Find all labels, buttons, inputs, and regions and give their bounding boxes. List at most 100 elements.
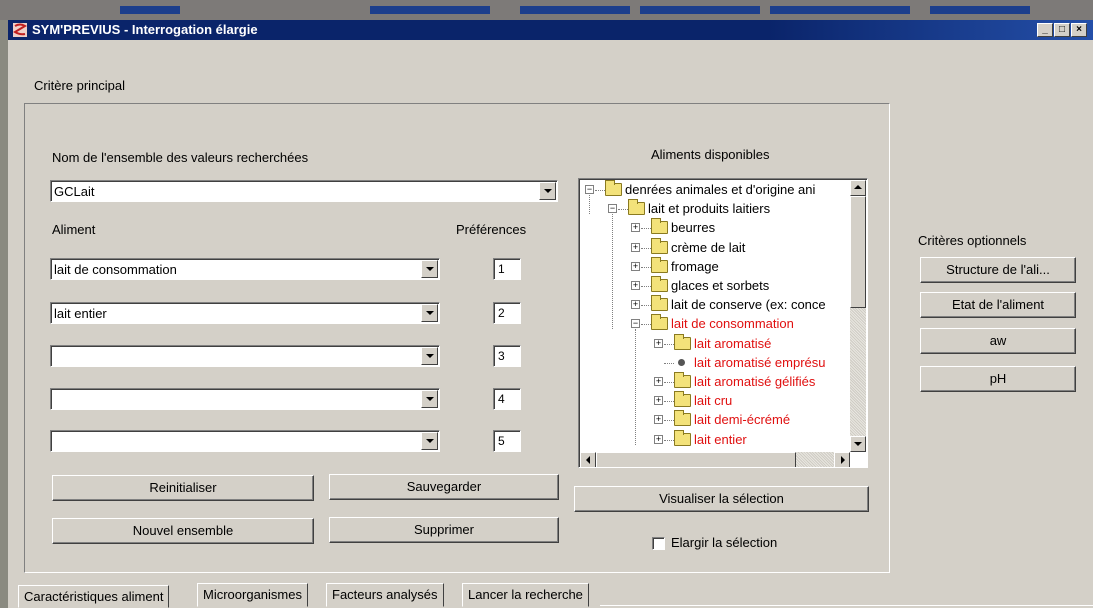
tree-node-label: lait et produits laitiers — [648, 201, 771, 217]
folder-icon — [651, 237, 668, 254]
folder-icon — [651, 276, 668, 292]
aw-button[interactable]: aw — [920, 328, 1076, 354]
preference-field-1[interactable]: 1 — [493, 258, 521, 280]
chevron-down-icon[interactable] — [421, 304, 438, 322]
tree-node-label: lait aromatisé gélifiés — [694, 374, 816, 389]
expand-icon[interactable]: + — [654, 377, 663, 386]
aliment-combo-1[interactable]: lait de consommation — [50, 258, 440, 280]
tree-connector — [641, 305, 651, 307]
aliment-combo-3[interactable] — [50, 345, 440, 367]
collapse-icon[interactable]: − — [585, 185, 594, 194]
expand-icon[interactable]: + — [631, 223, 640, 233]
preference-field-5[interactable]: 5 — [493, 430, 521, 452]
tab-facteurs-analyses[interactable]: Facteurs analysés — [326, 583, 444, 607]
scroll-thumb[interactable] — [596, 452, 796, 467]
tree-connector — [641, 324, 651, 326]
tree-connector — [641, 266, 651, 268]
tree-connector — [664, 420, 674, 422]
ph-button[interactable]: pH — [920, 366, 1076, 392]
aliment-combo-5[interactable] — [50, 430, 440, 452]
structure-aliment-button[interactable]: Structure de l'ali... — [920, 257, 1076, 283]
expand-icon[interactable]: + — [654, 434, 663, 444]
title-bar[interactable]: SYM'PREVIUS - Interrogation élargie _ □ … — [8, 20, 1093, 40]
expand-icon[interactable]: + — [631, 281, 640, 290]
ensemble-label: Nom de l'ensemble des valeurs recherchée… — [52, 150, 309, 165]
expand-icon[interactable]: + — [631, 261, 640, 271]
preference-field-4[interactable]: 4 — [493, 388, 521, 410]
tree-node-label: lait demi-écrémé — [694, 412, 791, 428]
leaf-dot-icon — [678, 358, 685, 366]
tree-connector — [664, 343, 674, 345]
tab-microorganismes[interactable]: Microorganismes — [197, 583, 308, 607]
desktop-background-left — [0, 20, 8, 608]
collapse-icon[interactable]: − — [631, 319, 640, 329]
tree-connector — [618, 209, 628, 211]
folder-icon — [628, 199, 645, 216]
tree-node-label: beurres — [671, 220, 716, 236]
folder-icon — [674, 429, 691, 446]
scroll-down-arrow-icon[interactable] — [850, 436, 866, 452]
folder-icon — [651, 295, 668, 312]
aliment-combo-2[interactable]: lait entier — [50, 302, 440, 324]
optional-criteria-label: Critères optionnels — [918, 233, 1027, 248]
expand-icon[interactable]: + — [631, 242, 640, 252]
tree-node-label: fromage — [671, 258, 719, 274]
tree-connector — [641, 247, 651, 249]
tree-connector — [641, 228, 651, 230]
ensemble-combo[interactable]: GCLait — [50, 180, 558, 202]
collapse-icon[interactable]: − — [608, 204, 617, 214]
reinitialiser-button[interactable]: Reinitialiser — [52, 475, 314, 501]
chevron-down-icon[interactable] — [421, 347, 438, 365]
scroll-right-arrow-icon[interactable] — [834, 452, 850, 467]
tab-lancer-recherche[interactable]: Lancer la recherche — [462, 583, 589, 607]
expand-icon[interactable]: + — [654, 396, 663, 406]
tab-baseline — [600, 605, 1093, 606]
preference-field-3[interactable]: 3 — [493, 345, 521, 367]
tree-connector — [664, 401, 674, 403]
tree-node-label: crème de lait — [671, 239, 746, 255]
nouvel-ensemble-button[interactable]: Nouvel ensemble — [52, 518, 314, 544]
tree-connector — [595, 190, 605, 191]
chevron-down-icon[interactable] — [421, 260, 438, 278]
tree-vertical-scrollbar[interactable] — [850, 180, 866, 452]
chevron-down-icon[interactable] — [421, 432, 438, 450]
tree-node-label: lait entier — [694, 431, 747, 447]
preferences-label: Préférences — [456, 222, 527, 237]
tree-guide-line — [589, 195, 590, 215]
tree-connector — [664, 362, 674, 364]
minimize-button[interactable]: _ — [1037, 23, 1053, 37]
folder-icon — [651, 218, 668, 235]
chevron-down-icon[interactable] — [421, 390, 438, 408]
aliments-tree[interactable]: − denrées animales et d'origine ani − lait … — [578, 178, 868, 468]
visualiser-selection-button[interactable]: Visualiser la sélection — [574, 486, 869, 512]
aliment-label: Aliment — [52, 222, 96, 237]
sauvegarder-button[interactable]: Sauvegarder — [329, 474, 559, 500]
folder-icon — [674, 391, 691, 408]
elargir-label: Elargir la sélection — [671, 535, 778, 550]
folder-icon — [674, 372, 691, 388]
expand-icon[interactable]: + — [654, 338, 663, 348]
aliment-combo-4[interactable] — [50, 388, 440, 410]
tree-horizontal-scrollbar[interactable] — [580, 452, 850, 467]
tree-guide-line — [612, 214, 613, 330]
expand-icon[interactable]: + — [654, 415, 663, 425]
etat-aliment-button[interactable]: Etat de l'aliment — [920, 292, 1076, 318]
elargir-checkbox[interactable] — [652, 537, 665, 550]
scroll-left-arrow-icon[interactable] — [580, 452, 596, 467]
supprimer-button[interactable]: Supprimer — [329, 517, 559, 543]
scroll-up-arrow-icon[interactable] — [850, 180, 866, 196]
aliment-value: lait de consommation — [54, 262, 177, 277]
chevron-down-icon[interactable] — [539, 182, 556, 200]
close-button[interactable]: × — [1071, 23, 1087, 37]
maximize-button[interactable]: □ — [1054, 23, 1070, 37]
expand-icon[interactable]: + — [631, 300, 640, 310]
tab-caracteristiques-aliment[interactable]: Caractéristiques aliment — [18, 585, 170, 608]
preference-field-2[interactable]: 2 — [493, 302, 521, 324]
tree-node-label: lait aromatisé emprésu — [694, 354, 826, 370]
tree-node-label: lait cru — [694, 393, 733, 409]
tree-connector — [664, 439, 674, 441]
window-title: SYM'PREVIUS - Interrogation élargie — [32, 22, 258, 37]
folder-icon — [651, 256, 668, 273]
scroll-thumb[interactable] — [850, 196, 866, 308]
tree-node-label: glaces et sorbets — [671, 278, 770, 293]
